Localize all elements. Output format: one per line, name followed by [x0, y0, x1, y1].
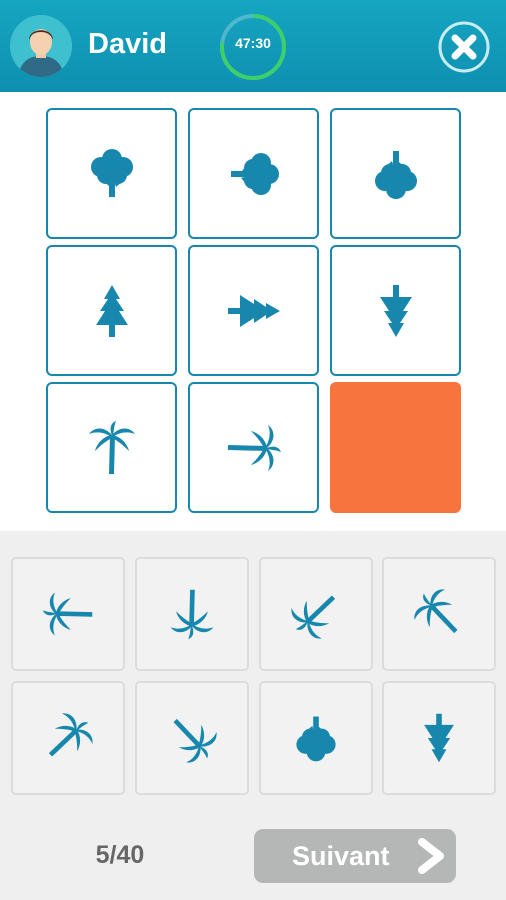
palm-tree-icon [414, 589, 458, 634]
answer-slot[interactable] [330, 382, 461, 513]
puzzle-cell [46, 108, 177, 239]
puzzle-cell [188, 108, 319, 239]
puzzle-cell [330, 108, 461, 239]
choice-tile[interactable] [135, 681, 249, 795]
palm-tree-icon [42, 592, 93, 636]
palm-tree-icon [227, 424, 281, 471]
puzzle-cell [46, 245, 177, 376]
choice-tile[interactable] [11, 681, 125, 795]
puzzle-grid [46, 108, 462, 514]
deciduous-tree-icon [374, 150, 417, 199]
palm-tree-icon [170, 589, 214, 640]
chevron-right-icon [418, 838, 444, 874]
pine-tree-icon [424, 713, 454, 763]
timer-text: 47:30 [235, 35, 271, 51]
pine-tree-icon [227, 294, 280, 327]
next-button[interactable]: Suivant [254, 829, 456, 883]
palm-tree-icon [48, 713, 93, 757]
puzzle-cell [330, 245, 461, 376]
next-button-label: Suivant [292, 841, 390, 871]
palm-tree-icon [291, 595, 336, 639]
close-x-icon [438, 21, 490, 73]
close-button[interactable] [437, 20, 491, 74]
choice-tile[interactable] [135, 557, 249, 671]
pine-tree-icon [379, 284, 412, 337]
choice-tile[interactable] [259, 557, 373, 671]
choice-tile[interactable] [11, 557, 125, 671]
pine-tree-icon [95, 284, 128, 337]
deciduous-tree-icon [90, 148, 133, 197]
puzzle-cell [46, 382, 177, 513]
puzzle-cell [188, 382, 319, 513]
choice-tile[interactable] [382, 557, 496, 671]
puzzle-cell [188, 245, 319, 376]
deciduous-tree-icon [296, 716, 336, 762]
deciduous-tree-icon [230, 152, 279, 195]
timer: 47:30 [218, 12, 288, 82]
choice-tile[interactable] [259, 681, 373, 795]
header-bar: David 47:30 [0, 0, 506, 92]
choice-tile[interactable] [382, 681, 496, 795]
username: David [88, 28, 167, 60]
progress-counter: 5/40 [95, 841, 145, 869]
user-avatar-icon [10, 15, 72, 77]
palm-tree-icon [173, 718, 217, 763]
palm-tree-icon [88, 420, 135, 474]
